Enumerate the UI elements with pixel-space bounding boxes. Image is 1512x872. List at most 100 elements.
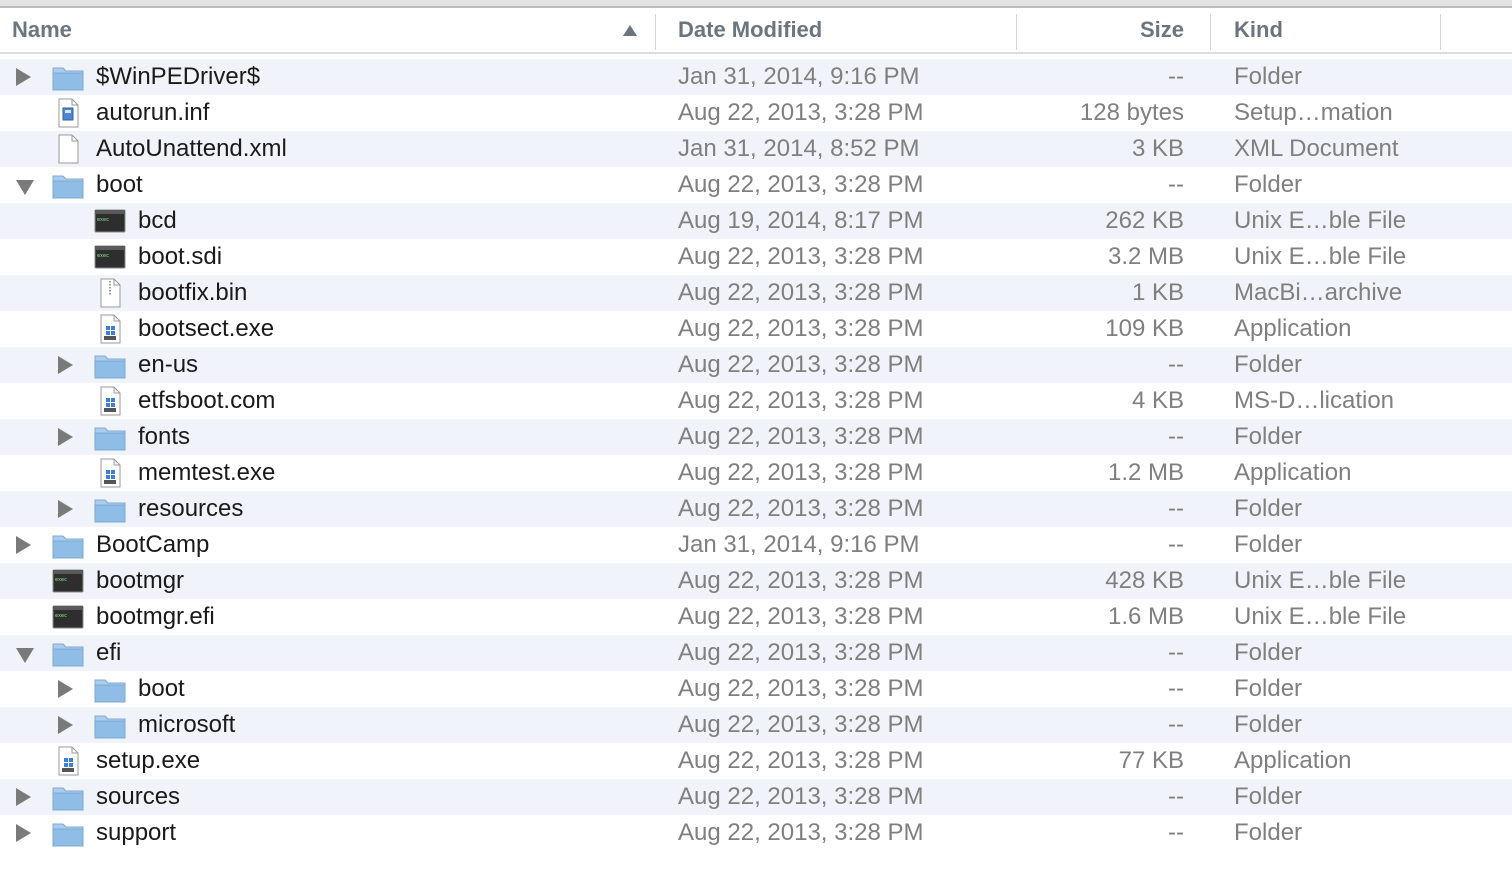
binary-archive-icon xyxy=(94,278,126,308)
date-modified: Aug 22, 2013, 3:28 PM xyxy=(678,783,924,810)
file-kind: Unix E…ble File xyxy=(1234,603,1407,630)
file-name[interactable]: boot xyxy=(138,671,185,707)
file-kind: Folder xyxy=(1234,63,1303,90)
disclosure-triangle-collapsed-icon[interactable] xyxy=(58,500,73,518)
file-name[interactable]: etfsboot.com xyxy=(138,383,275,419)
file-size: 262 KB xyxy=(1105,207,1184,234)
file-name[interactable]: boot.sdi xyxy=(138,239,222,275)
column-divider[interactable] xyxy=(1440,14,1441,50)
disclosure-triangle-collapsed-icon[interactable] xyxy=(58,680,73,698)
file-kind: Unix E…ble File xyxy=(1234,207,1407,234)
list-row[interactable]: memtest.exe Aug 22, 2013, 3:28 PM 1.2 MB Ap… xyxy=(0,455,1512,491)
svg-text:exec: exec xyxy=(97,217,109,223)
file-name[interactable]: setup.exe xyxy=(96,743,200,779)
list-row[interactable]: sources Aug 22, 2013, 3:28 PM -- Folder xyxy=(0,779,1512,815)
file-size: -- xyxy=(1168,495,1184,522)
list-row[interactable]: boot Aug 22, 2013, 3:28 PM -- Folder xyxy=(0,167,1512,203)
list-row[interactable]: boot Aug 22, 2013, 3:28 PM -- Folder xyxy=(0,671,1512,707)
file-list: $WinPEDriver$ Jan 31, 2014, 9:16 PM -- Fold… xyxy=(0,59,1512,851)
svg-text:exec: exec xyxy=(97,253,109,259)
list-row[interactable]: exec boot.sdi Aug 22, 2013, 3:28 PM 3.2 MB U… xyxy=(0,239,1512,275)
file-name[interactable]: bootfix.bin xyxy=(138,275,247,311)
file-kind: MacBi…archive xyxy=(1234,279,1403,306)
date-modified: Aug 22, 2013, 3:28 PM xyxy=(678,387,924,414)
list-row[interactable]: support Aug 22, 2013, 3:28 PM -- Folder xyxy=(0,815,1512,851)
file-name[interactable]: en-us xyxy=(138,347,198,383)
disclosure-triangle-collapsed-icon[interactable] xyxy=(58,428,73,446)
file-name[interactable]: memtest.exe xyxy=(138,455,275,491)
file-kind: Setup…mation xyxy=(1234,99,1393,126)
folder-icon xyxy=(52,170,84,200)
column-header-size-label: Size xyxy=(1139,17,1184,42)
column-header-size[interactable]: Size xyxy=(1020,8,1184,52)
disclosure-triangle-expanded-icon[interactable] xyxy=(16,180,34,195)
disclosure-triangle-collapsed-icon[interactable] xyxy=(16,536,31,554)
column-divider[interactable] xyxy=(655,14,656,50)
list-row[interactable]: AutoUnattend.xml Jan 31, 2014, 8:52 PM 3 K… xyxy=(0,131,1512,167)
file-name[interactable]: support xyxy=(96,815,176,851)
column-header-name[interactable]: Name xyxy=(12,8,652,52)
terminal-executable-icon: exec xyxy=(52,566,84,596)
disclosure-triangle-expanded-icon[interactable] xyxy=(16,648,34,663)
column-header-date-modified[interactable]: Date Modified xyxy=(678,8,1008,52)
disclosure-triangle-collapsed-icon[interactable] xyxy=(16,788,31,806)
list-row[interactable]: exec bootmgr.efi Aug 22, 2013, 3:28 PM 1.6 … xyxy=(0,599,1512,635)
list-row[interactable]: microsoft Aug 22, 2013, 3:28 PM -- Folder xyxy=(0,707,1512,743)
file-name[interactable]: bootsect.exe xyxy=(138,311,274,347)
windows-app-icon xyxy=(94,314,126,344)
list-row[interactable]: resources Aug 22, 2013, 3:28 PM -- Folder xyxy=(0,491,1512,527)
file-size: 128 bytes xyxy=(1079,99,1184,126)
file-name[interactable]: sources xyxy=(96,779,180,815)
column-divider[interactable] xyxy=(1210,14,1211,50)
file-name[interactable]: BootCamp xyxy=(96,527,209,563)
folder-icon xyxy=(94,422,126,452)
file-size: 77 KB xyxy=(1118,747,1184,774)
file-kind: Application xyxy=(1234,459,1352,486)
list-row[interactable]: exec bootmgr Aug 22, 2013, 3:28 PM 428 KB Un… xyxy=(0,563,1512,599)
disclosure-triangle-collapsed-icon[interactable] xyxy=(58,356,73,374)
file-name[interactable]: microsoft xyxy=(138,707,235,743)
file-name[interactable]: $WinPEDriver$ xyxy=(96,59,260,95)
disclosure-triangle-collapsed-icon[interactable] xyxy=(16,824,31,842)
file-name[interactable]: fonts xyxy=(138,419,190,455)
folder-icon xyxy=(94,710,126,740)
file-name[interactable]: bootmgr xyxy=(96,563,184,599)
file-name[interactable]: bootmgr.efi xyxy=(96,599,215,635)
folder-icon xyxy=(52,782,84,812)
column-divider[interactable] xyxy=(1016,14,1017,50)
list-row[interactable]: en-us Aug 22, 2013, 3:28 PM -- Folder xyxy=(0,347,1512,383)
file-kind: XML Document xyxy=(1234,135,1399,162)
date-modified: Aug 22, 2013, 3:28 PM xyxy=(678,171,924,198)
list-row[interactable]: exec bcd Aug 19, 2014, 8:17 PM 262 KB Unix E… xyxy=(0,203,1512,239)
list-row[interactable]: efi Aug 22, 2013, 3:28 PM -- Folder xyxy=(0,635,1512,671)
list-row[interactable]: autorun.inf Aug 22, 2013, 3:28 PM 128 byte… xyxy=(0,95,1512,131)
list-row[interactable]: etfsboot.com Aug 22, 2013, 3:28 PM 4 KB MS-… xyxy=(0,383,1512,419)
file-name[interactable]: autorun.inf xyxy=(96,95,209,131)
file-name[interactable]: boot xyxy=(96,167,143,203)
file-size: -- xyxy=(1168,531,1184,558)
file-name[interactable]: efi xyxy=(96,635,121,671)
window-top-edge xyxy=(0,0,1512,8)
disclosure-triangle-collapsed-icon[interactable] xyxy=(58,716,73,734)
list-row[interactable]: bootsect.exe Aug 22, 2013, 3:28 PM 109 KB A… xyxy=(0,311,1512,347)
date-modified: Jan 31, 2014, 9:16 PM xyxy=(678,531,920,558)
list-row[interactable]: setup.exe Aug 22, 2013, 3:28 PM 77 KB Appli… xyxy=(0,743,1512,779)
file-name[interactable]: AutoUnattend.xml xyxy=(96,131,287,167)
date-modified: Aug 22, 2013, 3:28 PM xyxy=(678,639,924,666)
list-row[interactable]: $WinPEDriver$ Jan 31, 2014, 9:16 PM -- Fold… xyxy=(0,59,1512,95)
column-header-kind[interactable]: Kind xyxy=(1234,8,1434,52)
list-row[interactable]: BootCamp Jan 31, 2014, 9:16 PM -- Folder xyxy=(0,527,1512,563)
file-kind: Folder xyxy=(1234,819,1303,846)
list-row[interactable]: bootfix.bin Aug 22, 2013, 3:28 PM 1 KB MacB… xyxy=(0,275,1512,311)
file-size: -- xyxy=(1168,711,1184,738)
list-row[interactable]: fonts Aug 22, 2013, 3:28 PM -- Folder xyxy=(0,419,1512,455)
file-size: 109 KB xyxy=(1105,315,1184,342)
file-name[interactable]: bcd xyxy=(138,203,177,239)
disclosure-triangle-collapsed-icon[interactable] xyxy=(16,68,31,86)
date-modified: Aug 19, 2014, 8:17 PM xyxy=(678,207,924,234)
date-modified: Aug 22, 2013, 3:28 PM xyxy=(678,315,924,342)
date-modified: Aug 22, 2013, 3:28 PM xyxy=(678,603,924,630)
file-name[interactable]: resources xyxy=(138,491,243,527)
date-modified: Aug 22, 2013, 3:28 PM xyxy=(678,747,924,774)
date-modified: Aug 22, 2013, 3:28 PM xyxy=(678,459,924,486)
